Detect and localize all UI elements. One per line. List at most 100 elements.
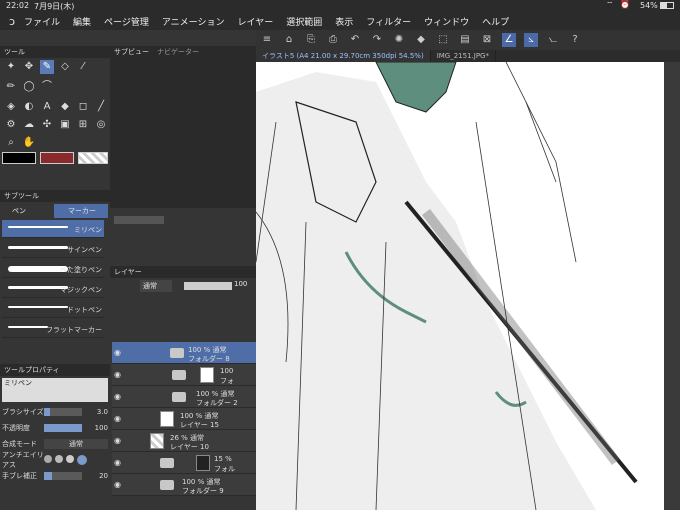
droplet-icon[interactable]: ◆ bbox=[58, 100, 72, 114]
settings-icon[interactable]: ✺ bbox=[392, 33, 406, 47]
clip-studio-logo-icon[interactable]: ↄ bbox=[0, 15, 24, 28]
eye-icon[interactable]: ◉ bbox=[114, 414, 121, 423]
layer-row[interactable]: ◉ 100 % 通常 フォルダー 2 bbox=[112, 386, 256, 408]
grid-icon[interactable]: ⊠ bbox=[480, 33, 494, 47]
menu-help[interactable]: ヘルプ bbox=[482, 15, 509, 28]
zoom-icon[interactable]: ⌕ bbox=[4, 136, 18, 150]
prop-blend-mode[interactable]: 合成モード 通常 bbox=[2, 438, 108, 450]
menu-selection[interactable]: 選択範囲 bbox=[286, 15, 322, 28]
blend-icon[interactable]: ◐ bbox=[22, 100, 36, 114]
eye-icon[interactable]: ◉ bbox=[114, 348, 121, 357]
clear-icon[interactable]: ▤ bbox=[458, 33, 472, 47]
fill-bucket-icon[interactable]: ◈ bbox=[4, 100, 18, 114]
prop-brush-size[interactable]: ブラシサイズ 3.0 bbox=[2, 406, 108, 418]
transform-icon[interactable]: ✣ bbox=[40, 118, 54, 132]
subtool-tab-marker[interactable]: マーカー bbox=[54, 204, 108, 218]
drawing-canvas[interactable] bbox=[256, 62, 664, 510]
object-icon[interactable]: ☁ bbox=[22, 118, 36, 132]
subview-slider[interactable] bbox=[114, 216, 164, 224]
opacity-slider[interactable] bbox=[44, 424, 82, 432]
undo-icon[interactable]: ↶ bbox=[348, 33, 362, 47]
layer-row[interactable]: ◉ 100 フォ bbox=[112, 364, 256, 386]
brush-item[interactable]: べた塗りペン bbox=[2, 260, 104, 278]
antialias-weak-icon[interactable] bbox=[55, 455, 63, 463]
eraser-alt-icon[interactable]: ◻ bbox=[76, 100, 90, 114]
layer-thumbnail bbox=[160, 411, 174, 427]
brush-item[interactable]: サインペン bbox=[2, 240, 104, 258]
hand-icon[interactable]: ✋ bbox=[22, 136, 36, 150]
gear-icon[interactable]: ⚙ bbox=[4, 118, 18, 132]
help-icon[interactable]: ? bbox=[568, 33, 582, 47]
main-color-swatch[interactable] bbox=[2, 152, 36, 164]
brush-size-slider[interactable] bbox=[44, 408, 82, 416]
transform-icon[interactable]: ⬚ bbox=[436, 33, 450, 47]
doc-tab[interactable]: IMG_2151.JPG* bbox=[431, 50, 496, 62]
menu-icon[interactable]: ≡ bbox=[260, 33, 274, 47]
gradient-icon[interactable]: ▣ bbox=[58, 118, 72, 132]
menu-view[interactable]: 表示 bbox=[335, 15, 353, 28]
prop-antialias[interactable]: アンチエイリアス bbox=[2, 451, 108, 469]
tool-property-title: ツールプロパティ bbox=[4, 366, 60, 374]
redo-icon[interactable]: ↷ bbox=[370, 33, 384, 47]
transparent-color-swatch[interactable] bbox=[78, 152, 108, 164]
folder-icon bbox=[172, 392, 186, 402]
antialias-strong-icon[interactable] bbox=[77, 455, 87, 465]
frame-icon[interactable]: ⊞ bbox=[76, 118, 90, 132]
selection-pen-icon[interactable]: ⌒ bbox=[40, 80, 54, 94]
brush-item[interactable]: フラットマーカー bbox=[2, 320, 104, 338]
pen-tool-icon[interactable]: ✎ bbox=[40, 60, 54, 74]
brush-item[interactable]: ミリペン bbox=[2, 220, 104, 238]
snap-special-ruler-icon[interactable]: ⦣ bbox=[524, 33, 538, 47]
move-layer-icon[interactable]: ✥ bbox=[22, 60, 36, 74]
menu-page[interactable]: ページ管理 bbox=[104, 15, 149, 28]
pencil-icon[interactable]: ✏ bbox=[4, 80, 18, 94]
command-bar: ≡ ⌂ ⎘ ⎙ ↶ ↷ ✺ ◆ ⬚ ▤ ⊠ ∠ ⦣ ⦦ ? bbox=[256, 30, 680, 50]
layer-row[interactable]: ◉ 26 % 通常 レイヤー 10 bbox=[112, 430, 256, 452]
eraser-icon[interactable]: ◇ bbox=[58, 60, 72, 74]
navigator-tab[interactable]: ナビゲーター bbox=[157, 47, 199, 57]
menu-window[interactable]: ウィンドウ bbox=[424, 15, 469, 28]
subtool-tab-pen[interactable]: ペン bbox=[0, 204, 54, 218]
menu-animation[interactable]: アニメーション bbox=[162, 15, 225, 28]
layer-row[interactable]: ◉ 100 % 通常 フォルダー 8 bbox=[112, 342, 256, 364]
line-icon[interactable]: ╱ bbox=[94, 100, 108, 114]
menu-edit[interactable]: 編集 bbox=[73, 15, 91, 28]
ruler-icon[interactable]: ◎ bbox=[94, 118, 108, 132]
text-tool-icon[interactable]: A bbox=[40, 100, 54, 114]
layer-opacity-slider[interactable] bbox=[184, 282, 232, 290]
layer-row[interactable]: ◉ 15 % フォル bbox=[112, 452, 256, 474]
eye-icon[interactable]: ◉ bbox=[114, 370, 121, 379]
stabilization-slider[interactable] bbox=[44, 472, 82, 480]
eye-icon[interactable]: ◉ bbox=[114, 458, 121, 467]
fill-icon[interactable]: ◆ bbox=[414, 33, 428, 47]
status-time: 22:02 bbox=[6, 1, 30, 10]
menu-filter[interactable]: フィルター bbox=[366, 15, 411, 28]
subview-title[interactable]: サブビュー bbox=[114, 47, 149, 57]
prop-opacity[interactable]: 不透明度 100 bbox=[2, 422, 108, 434]
antialias-mid-icon[interactable] bbox=[66, 455, 74, 463]
brush-item[interactable]: マジックペン bbox=[2, 280, 104, 298]
blend-mode-select[interactable]: 通常 bbox=[44, 439, 108, 449]
layer-row[interactable]: ◉ 100 % 通常 レイヤー 15 bbox=[112, 408, 256, 430]
brush-item[interactable]: ドットペン bbox=[2, 300, 104, 318]
antialias-none-icon[interactable] bbox=[44, 455, 52, 463]
menu-layer[interactable]: レイヤー bbox=[238, 15, 274, 28]
layer-row[interactable]: ◉ 100 % 通常 フォルダー 9 bbox=[112, 474, 256, 496]
tool-property-header: ツールプロパティ bbox=[0, 364, 110, 376]
magic-wand-icon[interactable]: ✦ bbox=[4, 60, 18, 74]
eyedropper-icon[interactable]: ⁄ bbox=[76, 60, 90, 74]
home-icon[interactable]: ⌂ bbox=[282, 33, 296, 47]
save-icon[interactable]: ⎙ bbox=[326, 33, 340, 47]
snap-grid-icon[interactable]: ⦦ bbox=[546, 33, 560, 47]
eye-icon[interactable]: ◉ bbox=[114, 480, 121, 489]
menu-file[interactable]: ファイル bbox=[24, 15, 60, 28]
eye-icon[interactable]: ◉ bbox=[114, 392, 121, 401]
eye-icon[interactable]: ◉ bbox=[114, 436, 121, 445]
snap-ruler-icon[interactable]: ∠ bbox=[502, 33, 516, 47]
new-file-icon[interactable]: ⎘ bbox=[304, 33, 318, 47]
layer-blend-select[interactable]: 通常 bbox=[140, 280, 172, 292]
doc-tab[interactable]: イラスト5 (A4 21.00 x 29.70cm 350dpi 54.5%) bbox=[256, 50, 431, 62]
lasso-icon[interactable]: ◯ bbox=[22, 80, 36, 94]
sub-color-swatch[interactable] bbox=[40, 152, 74, 164]
prop-stabilization[interactable]: 手ブレ補正 20 bbox=[2, 470, 108, 482]
